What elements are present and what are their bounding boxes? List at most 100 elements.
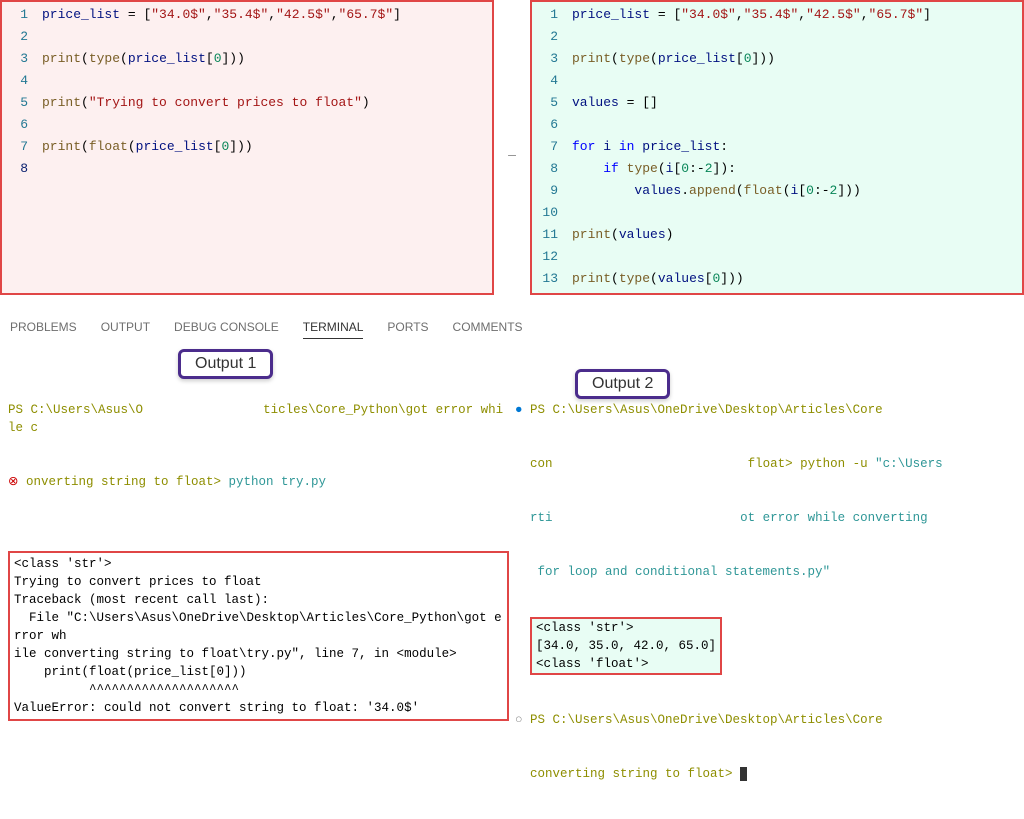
terminal-cursor — [740, 767, 747, 781]
line-number: 3 — [4, 48, 42, 70]
code-content — [42, 158, 488, 180]
code-line[interactable]: 1price_list = ["34.0$","35.4$","42.5$","… — [4, 4, 488, 26]
editor-left[interactable]: 1price_list = ["34.0$","35.4$","42.5$","… — [0, 0, 494, 310]
term-right-line3: xxrtixxxxxxxxxxxxxxxxxxxxxxxxxot error w… — [515, 509, 1016, 527]
line-number: 8 — [4, 158, 42, 180]
code-line[interactable]: 11print(values) — [534, 224, 1018, 246]
line-number: 6 — [534, 114, 572, 136]
code-content — [42, 114, 488, 136]
right-code-box: 1price_list = ["34.0$","35.4$","42.5$","… — [530, 0, 1024, 295]
tab-problems[interactable]: PROBLEMS — [10, 316, 77, 339]
terminal-line: <class 'float'> — [536, 655, 716, 673]
code-line[interactable]: 8 — [4, 158, 488, 180]
line-number: 12 — [534, 246, 572, 268]
term-right-line1: ● PS C:\Users\Asus\OneDrive\Desktop\Arti… — [515, 401, 1016, 419]
code-line[interactable]: 13print(type(values[0])) — [534, 268, 1018, 290]
line-number: 3 — [534, 48, 572, 70]
terminal-line: <class 'str'> — [14, 555, 503, 573]
code-content: print(values) — [572, 224, 1018, 246]
line-number: 1 — [534, 4, 572, 26]
code-line[interactable]: 6 — [534, 114, 1018, 136]
code-line[interactable]: 12 — [534, 246, 1018, 268]
line-number: 5 — [534, 92, 572, 114]
code-line[interactable]: 8 if type(i[0:-2]): — [534, 158, 1018, 180]
terminal-line: ile converting string to float\try.py", … — [14, 645, 503, 663]
line-number: 6 — [4, 114, 42, 136]
line-number: 10 — [534, 202, 572, 224]
code-content — [42, 70, 488, 92]
terminal-line: print(float(price_list[0])) — [14, 663, 503, 681]
code-content: print(type(values[0])) — [572, 268, 1018, 290]
code-content: if type(i[0:-2]): — [572, 158, 1018, 180]
line-number: 4 — [534, 70, 572, 92]
code-content — [42, 26, 488, 48]
code-line[interactable]: 10 — [534, 202, 1018, 224]
code-line[interactable]: 1price_list = ["34.0$","35.4$","42.5$","… — [534, 4, 1018, 26]
code-content: price_list = ["34.0$","35.4$","42.5$","6… — [42, 4, 488, 26]
terminal-right[interactable]: Output 2 ● PS C:\Users\Asus\OneDrive\Des… — [515, 347, 1016, 561]
panel-tabs: PROBLEMS OUTPUT DEBUG CONSOLE TERMINAL PORTS… — [0, 310, 1024, 339]
line-number: 11 — [534, 224, 572, 246]
error-dot-icon: ⊗ — [8, 475, 26, 489]
code-content — [572, 246, 1018, 268]
code-line[interactable]: 9 values.append(float(i[0:-2])) — [534, 180, 1018, 202]
code-line[interactable]: 3print(type(price_list[0])) — [4, 48, 488, 70]
tab-ports[interactable]: PORTS — [387, 316, 428, 339]
code-content — [572, 26, 1018, 48]
terminal-area: Output 1 PS C:\Users\Asus\Oxxxxxxxxxxxxx… — [0, 339, 1024, 569]
code-content — [572, 114, 1018, 136]
output2-wrap: xx<class 'str'>[34.0, 35.0, 42.0, 65.0]<… — [515, 617, 1016, 675]
left-code-box: 1price_list = ["34.0$","35.4$","42.5$","… — [0, 0, 494, 295]
code-line[interactable]: 7print(float(price_list[0])) — [4, 136, 488, 158]
line-number: 8 — [534, 158, 572, 180]
code-line[interactable]: 5values = [] — [534, 92, 1018, 114]
tab-terminal[interactable]: TERMINAL — [303, 316, 364, 339]
terminal-line: <class 'str'> — [536, 619, 716, 637]
line-number: 1 — [4, 4, 42, 26]
terminal-line: ^^^^^^^^^^^^^^^^^^^^ — [14, 681, 503, 699]
line-number: 4 — [4, 70, 42, 92]
bullet-grey-icon: ○ — [515, 713, 530, 727]
term-right-line2: xxconxxxxxxxxxxxxxxxxxxxxxxxxx float> py… — [515, 455, 1016, 473]
code-line[interactable]: 3print(type(price_list[0])) — [534, 48, 1018, 70]
code-line[interactable]: 7for i in price_list: — [534, 136, 1018, 158]
terminal-line: ValueError: could not convert string to … — [14, 699, 503, 717]
code-content: values = [] — [572, 92, 1018, 114]
line-number: 7 — [534, 136, 572, 158]
tab-output[interactable]: OUTPUT — [101, 316, 150, 339]
code-line[interactable]: 2 — [534, 26, 1018, 48]
term-left-prompt2: ⊗ onverting string to float> python try.… — [8, 473, 509, 491]
terminal-line: [34.0, 35.0, 42.0, 65.0] — [536, 637, 716, 655]
code-line[interactable]: 14 — [534, 290, 1018, 295]
editor-right[interactable]: 1price_list = ["34.0$","35.4$","42.5$","… — [530, 0, 1024, 310]
code-content: print(float(price_list[0])) — [42, 136, 488, 158]
code-line[interactable]: 5print("Trying to convert prices to floa… — [4, 92, 488, 114]
code-content — [572, 202, 1018, 224]
code-content — [572, 70, 1018, 92]
tab-comments[interactable]: COMMENTS — [453, 316, 523, 339]
code-line[interactable]: 6 — [4, 114, 488, 136]
code-content: print(type(price_list[0])) — [572, 48, 1018, 70]
terminal-line: Traceback (most recent call last): — [14, 591, 503, 609]
code-line[interactable]: 4 — [4, 70, 488, 92]
line-number: 7 — [4, 136, 42, 158]
tab-debug-console[interactable]: DEBUG CONSOLE — [174, 316, 279, 339]
line-number: 9 — [534, 180, 572, 202]
output2-label: Output 2 — [575, 369, 670, 399]
code-content: price_list = ["34.0$","35.4$","42.5$","6… — [572, 4, 1018, 26]
output1-box: <class 'str'>Trying to convert prices to… — [8, 551, 509, 721]
line-number: 2 — [4, 26, 42, 48]
code-line[interactable]: 4 — [534, 70, 1018, 92]
code-content — [572, 290, 1018, 295]
terminal-left[interactable]: Output 1 PS C:\Users\Asus\Oxxxxxxxxxxxxx… — [8, 347, 509, 561]
output1-label: Output 1 — [178, 349, 273, 379]
bullet-blue-icon: ● — [515, 403, 530, 417]
term-right-line4: xx for loop and conditional statements.p… — [515, 563, 1016, 581]
terminal-line: File "C:\Users\Asus\OneDrive\Desktop\Art… — [14, 609, 503, 645]
line-number: 5 — [4, 92, 42, 114]
code-line[interactable]: 2 — [4, 26, 488, 48]
output2-box: <class 'str'>[34.0, 35.0, 42.0, 65.0]<cl… — [530, 617, 722, 675]
terminal-line: Trying to convert prices to float — [14, 573, 503, 591]
term-right-prompt2a: ○ PS C:\Users\Asus\OneDrive\Desktop\Arti… — [515, 711, 1016, 729]
code-content: print("Trying to convert prices to float… — [42, 92, 488, 114]
